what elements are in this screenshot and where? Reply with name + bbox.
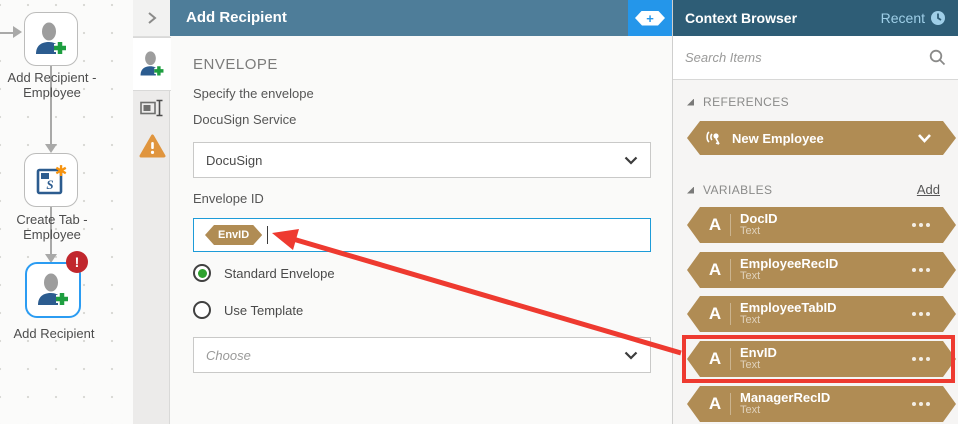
service-label: DocuSign Service — [193, 112, 296, 127]
ellipsis-menu-icon[interactable] — [912, 268, 930, 272]
collapse-triangle-icon — [687, 187, 694, 194]
incoming-arrowhead-icon — [13, 26, 22, 38]
chevron-down-icon — [624, 156, 638, 165]
search-bar[interactable] — [673, 36, 958, 80]
text-type-icon: A — [703, 260, 727, 280]
panel-collapse-button[interactable] — [133, 0, 170, 37]
recent-label: Recent — [881, 10, 925, 26]
text-type-icon: A — [703, 394, 727, 414]
envelope-id-label: Envelope ID — [193, 191, 264, 206]
envid-variable-tag[interactable]: EnvID — [205, 225, 262, 245]
user-plus-icon — [35, 273, 71, 307]
radio-label: Standard Envelope — [224, 266, 335, 281]
user-plus-icon — [138, 51, 166, 77]
node-label: Add Recipient - Employee — [0, 70, 114, 100]
references-section-header[interactable]: REFERENCES — [687, 95, 789, 109]
variable-item-employeerecid[interactable]: A EmployeeRecID Text — [687, 252, 956, 288]
variable-type: Text — [740, 314, 837, 327]
radio-selected-icon[interactable] — [193, 264, 211, 282]
recent-button[interactable]: Recent — [881, 10, 946, 26]
context-browser-header: Context Browser Recent — [673, 0, 958, 36]
tab-warnings[interactable] — [133, 128, 171, 164]
warning-icon — [139, 134, 166, 158]
variable-name: EmployeeTabID — [740, 301, 837, 314]
variables-section-header[interactable]: VARIABLES — [687, 183, 772, 197]
add-variable-link[interactable]: Add — [917, 182, 940, 197]
workflow-canvas[interactable]: Add Recipient - Employee S ✱ Create Tab … — [0, 0, 133, 424]
use-template-option[interactable]: Use Template — [193, 301, 303, 319]
variable-type: Text — [740, 404, 830, 417]
node-label: Add Recipient — [0, 326, 116, 341]
variable-type: Text — [740, 225, 778, 238]
section-title: ENVELOPE — [193, 56, 278, 73]
smartobject-reference-icon — [705, 130, 723, 146]
node-label: Create Tab - Employee — [0, 212, 114, 242]
node-add-recipient-employee[interactable] — [24, 12, 78, 66]
text-caret — [267, 226, 268, 244]
search-icon[interactable] — [929, 49, 946, 66]
clock-icon — [930, 10, 946, 26]
ellipsis-menu-icon[interactable] — [912, 312, 930, 316]
radio-unselected-icon[interactable] — [193, 301, 211, 319]
variable-item-managerrecid[interactable]: A ManagerRecID Text — [687, 386, 956, 422]
search-input[interactable] — [685, 50, 929, 65]
variable-name: ManagerRecID — [740, 391, 830, 404]
chevron-down-icon — [624, 351, 638, 360]
plus-hexagon-icon: + — [635, 11, 665, 26]
text-type-icon: A — [703, 215, 727, 235]
context-browser-title: Context Browser — [685, 10, 797, 26]
variable-item-docid[interactable]: A DocID Text — [687, 207, 956, 243]
error-badge: ! — [66, 251, 88, 273]
service-value: DocuSign — [206, 153, 262, 168]
smartobject-tab-icon: S ✱ — [33, 162, 69, 198]
chevron-right-icon — [146, 11, 158, 25]
variable-name: DocID — [740, 212, 778, 225]
tab-recipient[interactable] — [133, 37, 171, 91]
reference-item-new-employee[interactable]: New Employee — [687, 121, 956, 155]
chevron-down-icon[interactable] — [917, 133, 932, 143]
standard-envelope-option[interactable]: Standard Envelope — [193, 264, 335, 282]
template-select[interactable]: Choose — [193, 337, 651, 373]
user-plus-icon — [33, 22, 69, 56]
variables-label: VARIABLES — [703, 183, 772, 197]
section-subtitle: Specify the envelope — [193, 86, 314, 101]
svg-text:S: S — [46, 177, 53, 192]
panel-title: Add Recipient — [170, 0, 628, 36]
collapse-triangle-icon — [687, 99, 694, 106]
template-placeholder: Choose — [206, 348, 251, 363]
connector-arrowhead-icon — [45, 144, 57, 153]
variable-type: Text — [740, 270, 838, 283]
text-field-icon — [140, 98, 164, 118]
ellipsis-menu-icon[interactable] — [912, 223, 930, 227]
variable-item-employeetabid[interactable]: A EmployeeTabID Text — [687, 296, 956, 332]
context-browser-panel: Context Browser Recent REFERENCES — [672, 0, 958, 424]
variable-name: EmployeeRecID — [740, 257, 838, 270]
node-create-tab-employee[interactable]: S ✱ — [24, 153, 78, 207]
add-variable-chip-button[interactable]: + — [628, 0, 672, 36]
radio-label: Use Template — [224, 303, 303, 318]
annotation-highlight-box — [682, 335, 955, 383]
envelope-id-input[interactable]: EnvID — [193, 218, 651, 252]
references-label: REFERENCES — [703, 95, 789, 109]
docusign-service-select[interactable]: DocuSign — [193, 142, 651, 178]
text-type-icon: A — [703, 304, 727, 324]
incoming-connector-line — [0, 32, 13, 34]
reference-label: New Employee — [732, 131, 824, 146]
panel-header: Add Recipient — [170, 0, 628, 36]
tab-fields[interactable] — [133, 92, 171, 124]
ellipsis-menu-icon[interactable] — [912, 402, 930, 406]
svg-text:✱: ✱ — [55, 162, 68, 180]
panel-content: ENVELOPE Specify the envelope DocuSign S… — [170, 36, 672, 424]
